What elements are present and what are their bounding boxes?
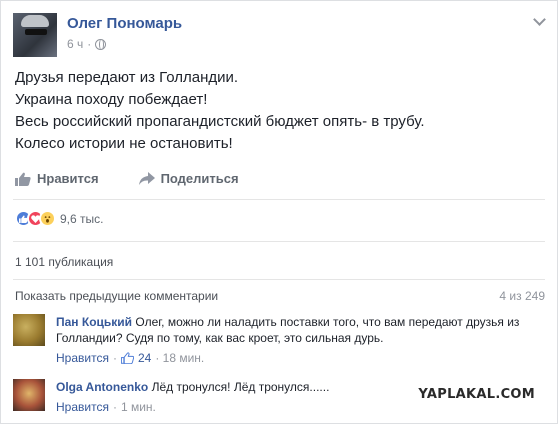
share-label: Поделиться xyxy=(160,171,239,186)
globe-icon xyxy=(95,38,107,50)
share-arrow-icon xyxy=(138,171,155,185)
commenter-avatar[interactable] xyxy=(13,314,45,346)
divider xyxy=(13,279,545,280)
avatar-glasses-shape xyxy=(25,29,47,35)
divider xyxy=(13,241,545,242)
post-line: Украина походу побеждает! xyxy=(15,91,208,108)
comment-like-link[interactable]: Нравится xyxy=(56,350,109,366)
previous-comments-link[interactable]: Показать предыдущие комментарии xyxy=(15,289,218,303)
post-line: Друзья передают из Голландии. xyxy=(15,69,239,86)
post-time[interactable]: 6 ч xyxy=(67,37,83,51)
author-avatar[interactable] xyxy=(13,13,57,57)
post-line: Колесо истории не остановить! xyxy=(15,135,233,152)
like-label: Нравится xyxy=(37,171,99,186)
comment-meta: Нравится · 24 · 18 мин. xyxy=(56,350,526,366)
post-line: Весь российский пропагандистский бюджет … xyxy=(15,113,425,130)
comment-text: Лёд тронулся! Лёд тронулся...... xyxy=(148,380,330,394)
avatar-hair-shape xyxy=(21,15,49,27)
comment: Пан Коцький Олег, можно ли наладить пост… xyxy=(13,314,526,366)
comment-meta-separator: · xyxy=(112,351,117,365)
commenter-name[interactable]: Пан Коцький xyxy=(56,315,132,329)
meta-separator: · xyxy=(87,37,92,51)
comment-time[interactable]: · 18 мин. xyxy=(155,350,204,366)
chevron-down-icon[interactable] xyxy=(533,15,545,27)
like-button[interactable]: Нравится xyxy=(15,171,99,186)
watermark: YAPLAKAL.COM xyxy=(418,387,535,402)
commenter-name[interactable]: Olga Antonenko xyxy=(56,380,148,394)
post-meta: 6 ч · xyxy=(67,37,107,51)
reactions-count: 9,6 тыс. xyxy=(60,211,104,226)
comment-like-count[interactable]: 24 xyxy=(138,350,151,366)
comment-like-link[interactable]: Нравится xyxy=(56,399,109,415)
share-button[interactable]: Поделиться xyxy=(138,171,239,186)
comments-pager: 4 из 249 xyxy=(499,289,545,303)
thumbs-up-icon xyxy=(15,172,31,186)
divider xyxy=(13,199,545,200)
commenter-avatar[interactable] xyxy=(13,379,45,411)
post-actions: Нравится Поделиться xyxy=(15,171,239,186)
comment-meta-separator: · xyxy=(112,400,117,414)
comment-time[interactable]: 1 мин. xyxy=(121,399,156,415)
post-card: Олег Пономарь 6 ч · Друзья передают из Г… xyxy=(0,0,558,424)
shares-count[interactable]: 1 101 публикация xyxy=(15,255,113,269)
comment-body: Пан Коцький Олег, можно ли наладить пост… xyxy=(56,314,526,366)
author-name[interactable]: Олег Пономарь xyxy=(67,15,182,32)
wow-reaction-icon xyxy=(39,210,56,227)
reactions-summary[interactable]: 9,6 тыс. xyxy=(15,210,103,227)
thumbs-up-icon xyxy=(120,352,134,364)
post-text: Друзья передают из Голландии. Украина по… xyxy=(15,67,545,155)
